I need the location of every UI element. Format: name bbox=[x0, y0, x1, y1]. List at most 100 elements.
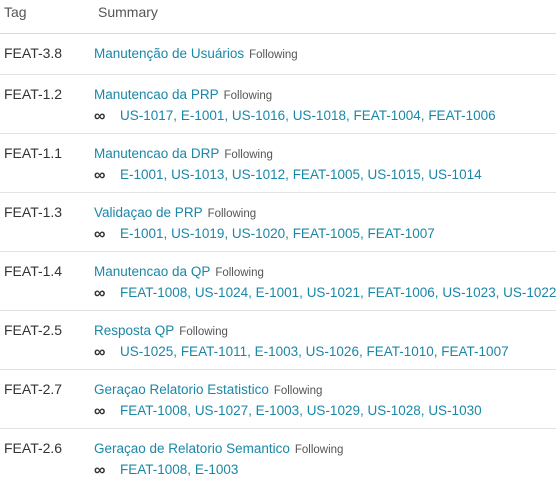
link-chain-icon: ∞ bbox=[94, 108, 105, 125]
link-separator: , bbox=[224, 226, 232, 241]
related-links: ∞ US-1017, E-1001, US-1016, US-1018, FEAT… bbox=[94, 107, 496, 125]
row-summary: Geraçao de Relatorio Semantico Following ∞… bbox=[94, 441, 343, 479]
summary-title-line: Manutenção de Usuários Following bbox=[94, 46, 298, 63]
related-item-link[interactable]: US-1012 bbox=[232, 167, 285, 182]
related-item-link[interactable]: E-1003 bbox=[255, 344, 299, 359]
link-separator: , bbox=[299, 403, 307, 418]
summary-title-line: Manutencao da QP Following bbox=[94, 264, 556, 281]
feature-title-link[interactable]: Manutencao da DRP bbox=[94, 146, 219, 161]
related-item-link[interactable]: FEAT-1008 bbox=[120, 403, 187, 418]
table-row: FEAT-3.8 Manutenção de Usuários Following bbox=[0, 34, 556, 75]
link-chain-icon: ∞ bbox=[94, 403, 105, 420]
row-tag: FEAT-2.7 bbox=[4, 381, 63, 397]
summary-title-line: Geraçao de Relatorio Semantico Following bbox=[94, 441, 343, 458]
related-item-link[interactable]: FEAT-1006 bbox=[428, 108, 495, 123]
link-separator: , bbox=[187, 462, 195, 477]
table-row: FEAT-1.3 Validaçao de PRP Following ∞ E-1001… bbox=[0, 193, 556, 252]
link-separator: , bbox=[163, 226, 172, 241]
related-item-link[interactable]: US-1025 bbox=[120, 344, 173, 359]
related-links: ∞ FEAT-1008, E-1003 bbox=[94, 461, 343, 479]
related-item-link[interactable]: US-1015 bbox=[368, 167, 421, 182]
feature-title-link[interactable]: Geraçao de Relatorio Semantico bbox=[94, 441, 290, 456]
related-item-link[interactable]: US-1014 bbox=[428, 167, 481, 182]
related-links: ∞ FEAT-1008, US-1024, E-1001, US-1021, FE… bbox=[94, 284, 556, 302]
related-item-link[interactable]: FEAT-1010 bbox=[366, 344, 433, 359]
related-item-link[interactable]: US-1026 bbox=[306, 344, 359, 359]
summary-title-line: Resposta QP Following bbox=[94, 323, 509, 340]
following-status: Following bbox=[207, 208, 257, 220]
feature-title-link[interactable]: Manutencao da QP bbox=[94, 264, 210, 279]
related-item-link[interactable]: US-1023 bbox=[442, 285, 495, 300]
summary-title-line: Manutencao da DRP Following bbox=[94, 146, 482, 163]
related-item-link[interactable]: FEAT-1008 bbox=[120, 462, 187, 477]
following-status: Following bbox=[224, 149, 273, 161]
link-separator: , bbox=[285, 108, 293, 123]
row-summary: Resposta QP Following ∞ US-1025, FEAT-1011,… bbox=[94, 323, 509, 361]
related-item-link[interactable]: US-1017 bbox=[120, 108, 173, 123]
related-item-link[interactable]: E-1001 bbox=[120, 167, 164, 182]
related-item-link[interactable]: FEAT-1005 bbox=[293, 226, 360, 241]
link-separator: , bbox=[359, 226, 368, 241]
related-item-link[interactable]: US-1030 bbox=[428, 403, 481, 418]
link-separator: , bbox=[247, 344, 255, 359]
related-item-link[interactable]: US-1016 bbox=[232, 108, 285, 123]
feature-title-link[interactable]: Manutencao da PRP bbox=[94, 87, 219, 102]
following-status: Following bbox=[179, 326, 228, 338]
related-item-link[interactable]: E-1003 bbox=[195, 462, 239, 477]
related-item-link[interactable]: US-1027 bbox=[195, 403, 248, 418]
related-item-link[interactable]: US-1019 bbox=[171, 226, 224, 241]
summary-title-line: Manutencao da PRP Following bbox=[94, 87, 496, 104]
related-links: ∞ FEAT-1008, US-1027, E-1003, US-1029, US… bbox=[94, 402, 482, 420]
related-item-link[interactable]: FEAT-1005 bbox=[293, 167, 360, 182]
link-separator: , bbox=[173, 108, 181, 123]
related-item-link[interactable]: E-1001 bbox=[181, 108, 225, 123]
related-item-link[interactable]: FEAT-1006 bbox=[368, 285, 435, 300]
related-item-link[interactable]: US-1024 bbox=[195, 285, 248, 300]
related-item-link[interactable]: FEAT-1007 bbox=[441, 344, 508, 359]
related-item-link[interactable]: E-1003 bbox=[256, 403, 300, 418]
related-item-link[interactable]: FEAT-1011 bbox=[181, 344, 247, 359]
following-status: Following bbox=[273, 385, 323, 397]
related-item-link[interactable]: US-1018 bbox=[293, 108, 346, 123]
related-item-link[interactable]: US-1021 bbox=[307, 285, 360, 300]
related-item-link[interactable]: US-1020 bbox=[232, 226, 285, 241]
link-separator: , bbox=[187, 285, 195, 300]
link-separator: , bbox=[163, 167, 172, 182]
row-tag: FEAT-1.4 bbox=[4, 263, 63, 279]
related-item-link[interactable]: US-1013 bbox=[171, 167, 224, 182]
row-tag: FEAT-2.6 bbox=[4, 440, 63, 456]
row-tag: FEAT-1.3 bbox=[4, 204, 63, 220]
link-separator: , bbox=[359, 285, 368, 300]
following-status: Following bbox=[223, 90, 273, 102]
table-row: FEAT-2.5 Resposta QP Following ∞ US-1025, FE… bbox=[0, 311, 556, 370]
related-item-link[interactable]: E-1001 bbox=[256, 285, 300, 300]
link-separator: , bbox=[359, 167, 368, 182]
related-item-link[interactable]: US-1028 bbox=[368, 403, 421, 418]
related-item-link[interactable]: FEAT-1008 bbox=[120, 285, 187, 300]
column-header-summary[interactable]: Summary bbox=[98, 4, 158, 20]
feature-title-link[interactable]: Resposta QP bbox=[94, 323, 174, 338]
feature-title-link[interactable]: Manutenção de Usuários bbox=[94, 46, 244, 61]
related-links: ∞ US-1025, FEAT-1011, E-1003, US-1026, FE… bbox=[94, 343, 509, 361]
row-summary: Validaçao de PRP Following ∞ E-1001, US-101… bbox=[94, 205, 435, 243]
link-chain-icon: ∞ bbox=[94, 226, 105, 243]
feature-title-link[interactable]: Geraçao Relatorio Estatistico bbox=[94, 382, 269, 397]
table-row: FEAT-1.1 Manutencao da DRP Following ∞ E-100… bbox=[0, 134, 556, 193]
link-separator: , bbox=[248, 403, 256, 418]
table-row: FEAT-2.7 Geraçao Relatorio Estatistico Fol… bbox=[0, 370, 556, 429]
following-status: Following bbox=[215, 267, 264, 279]
related-item-link[interactable]: E-1001 bbox=[120, 226, 164, 241]
related-item-link[interactable]: US-1022 bbox=[503, 285, 556, 300]
column-header-tag[interactable]: Tag bbox=[4, 4, 27, 20]
related-item-link[interactable]: FEAT-1007 bbox=[368, 226, 435, 241]
feature-title-link[interactable]: Validaçao de PRP bbox=[94, 205, 203, 220]
table-body: FEAT-3.8 Manutenção de Usuários Following F… bbox=[0, 34, 556, 487]
related-item-link[interactable]: FEAT-1004 bbox=[354, 108, 421, 123]
related-item-link[interactable]: US-1029 bbox=[307, 403, 360, 418]
row-tag: FEAT-2.5 bbox=[4, 322, 63, 338]
link-separator: , bbox=[224, 167, 232, 182]
link-separator: , bbox=[224, 108, 232, 123]
row-tag: FEAT-1.2 bbox=[4, 86, 63, 102]
row-tag: FEAT-1.1 bbox=[4, 145, 63, 161]
summary-title-line: Geraçao Relatorio Estatistico Following bbox=[94, 382, 482, 399]
